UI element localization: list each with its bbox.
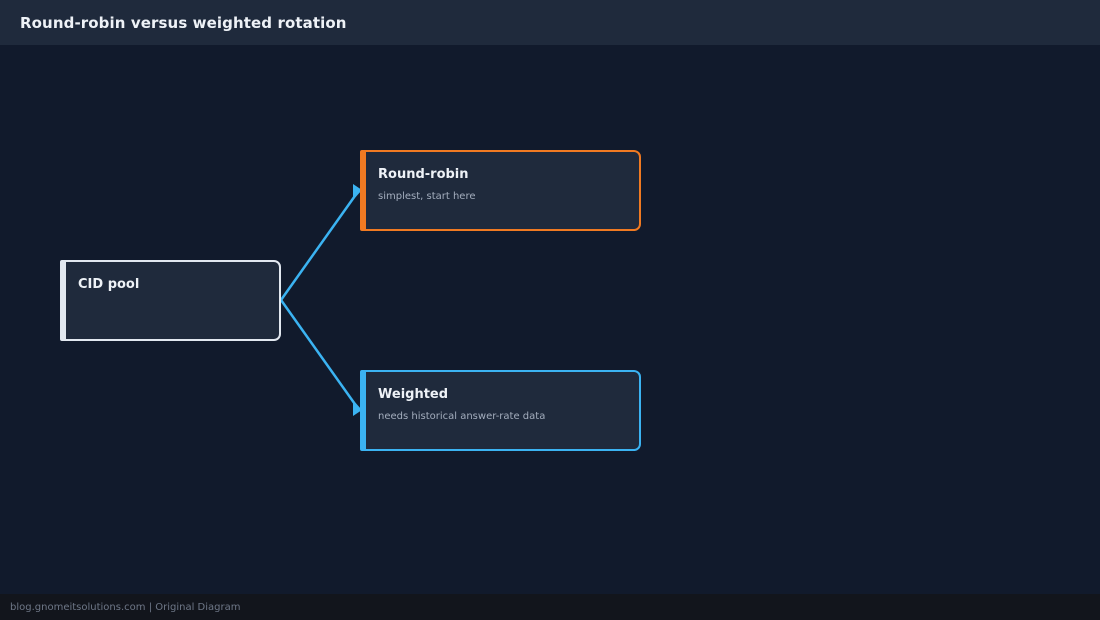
node-cid-pool-title: CID pool — [78, 277, 140, 292]
diagram-title: Round-robin versus weighted rotation — [20, 13, 347, 32]
node-weighted-title: Weighted — [378, 387, 449, 402]
node-weighted-subtitle: needs historical answer-rate data — [378, 411, 546, 422]
footer-bar: blog.gnomeitsolutions.com | Original Dia… — [0, 594, 1100, 620]
node-round-robin: Round-robin simplest, start here — [360, 150, 641, 231]
node-weighted: Weighted needs historical answer-rate da… — [360, 370, 641, 451]
title-bar: Round-robin versus weighted rotation — [0, 0, 1100, 45]
node-round-robin-title: Round-robin — [378, 167, 469, 182]
footer-credit: blog.gnomeitsolutions.com | Original Dia… — [10, 601, 241, 613]
node-round-robin-subtitle: simplest, start here — [378, 191, 476, 202]
node-cid-pool: CID pool — [60, 260, 281, 341]
